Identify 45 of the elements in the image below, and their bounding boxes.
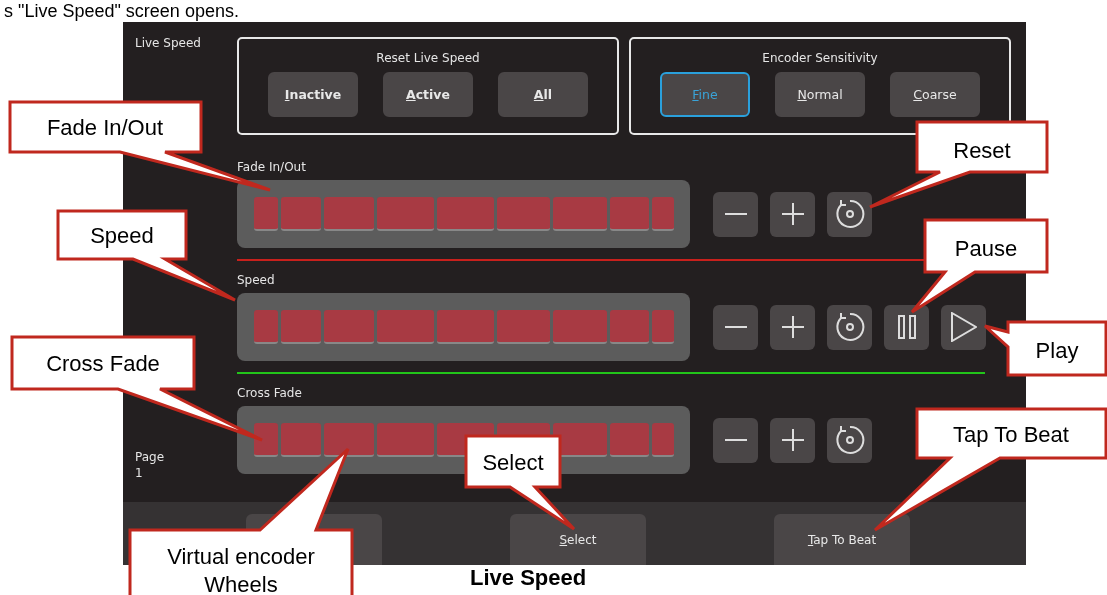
document-text: s "Live Speed" screen opens.	[3, 0, 240, 22]
page-number: 1	[135, 466, 144, 480]
callout-label: Tap To Beat	[953, 422, 1069, 447]
sensitivity-option[interactable]: Normal	[775, 72, 865, 117]
callout-label: Speed	[90, 223, 154, 248]
minus-button[interactable]	[713, 304, 758, 350]
callout-label: Pause	[954, 236, 1018, 261]
minus-icon	[724, 438, 747, 442]
pause-icon	[897, 315, 916, 339]
softkey-button[interactable]: Tap To Beat	[774, 514, 910, 565]
reset-button[interactable]: Active	[383, 72, 473, 117]
softkey-button[interactable]: Select	[510, 514, 646, 565]
panel-title: Reset Live Speed	[376, 51, 480, 65]
callout-label: Virtual encoder Wheels	[167, 544, 315, 595]
callout-label: Play	[1035, 338, 1079, 363]
minus-button[interactable]	[713, 417, 758, 463]
minus-icon	[724, 212, 747, 216]
reset-button[interactable]	[827, 417, 872, 463]
sensitivity-option[interactable]: Coarse	[890, 72, 980, 117]
plus-icon	[781, 203, 804, 225]
callout-label: Select	[482, 450, 544, 475]
plus-button[interactable]	[770, 304, 815, 350]
page-label: Page	[135, 450, 166, 464]
minus-button[interactable]	[713, 191, 758, 237]
plus-button[interactable]	[770, 191, 815, 237]
reset-button[interactable]: Inactive	[268, 72, 358, 117]
callout-label: Reset	[953, 138, 1011, 163]
plus-icon	[781, 316, 804, 338]
encoder-label: Speed	[237, 273, 276, 287]
panel-title: Encoder Sensitivity	[762, 51, 878, 65]
reset-button[interactable]: All	[498, 72, 588, 117]
screen-title: Live Speed	[135, 36, 202, 50]
reset-button[interactable]	[827, 191, 872, 237]
plus-icon	[781, 429, 804, 451]
play-button[interactable]	[941, 304, 986, 350]
section-heading: Live Speed	[470, 565, 588, 591]
plus-button[interactable]	[770, 417, 815, 463]
minus-icon	[724, 325, 747, 329]
encoder-label: Cross Fade	[237, 386, 303, 400]
reset-button[interactable]	[827, 304, 872, 350]
encoder-label: Fade In/Out	[237, 160, 307, 174]
callout-label: Fade In/Out	[46, 115, 164, 140]
callout-label: Cross Fade	[46, 351, 160, 376]
play-icon	[950, 312, 977, 342]
pause-button[interactable]	[884, 304, 929, 350]
